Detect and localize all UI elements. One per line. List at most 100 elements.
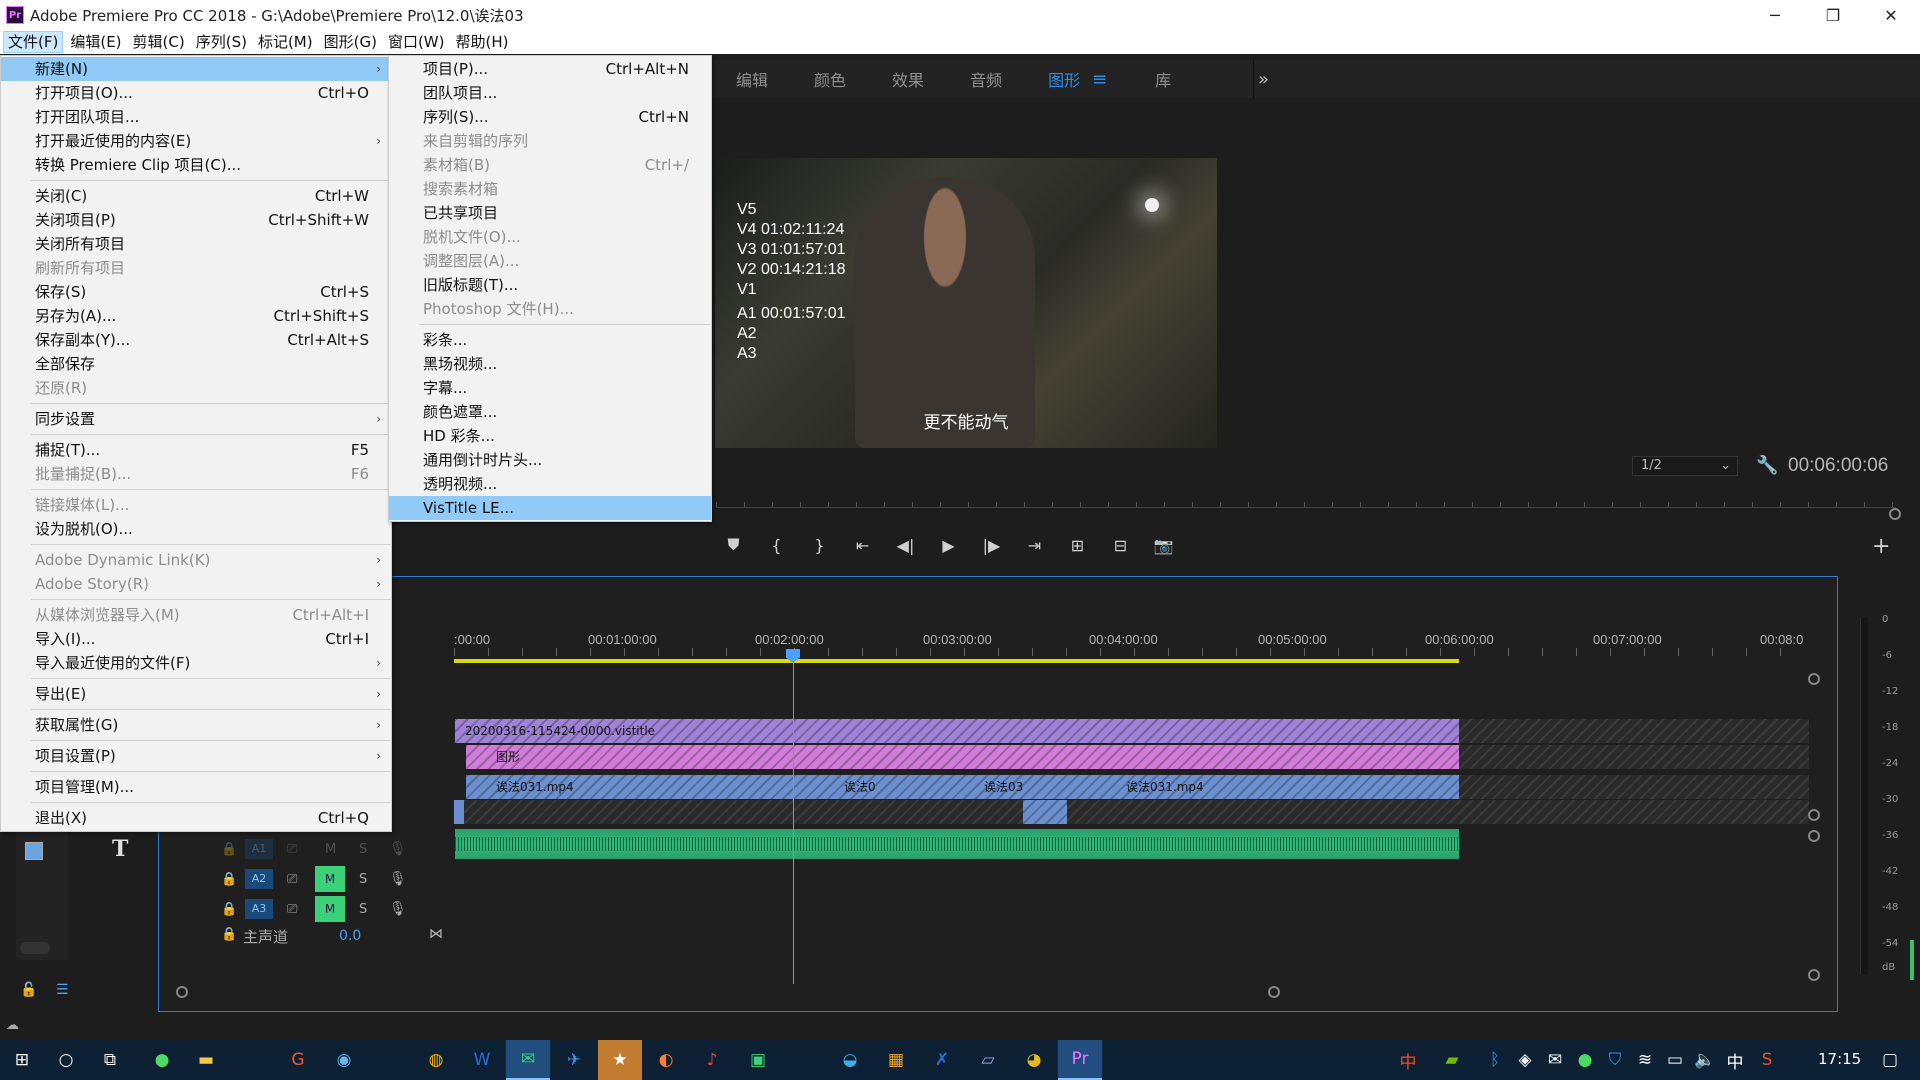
vs-icon[interactable]: ✗ [920,1040,964,1080]
lift-icon[interactable]: ⊞ [1056,536,1099,555]
battery-icon[interactable]: ▭ [1660,1040,1690,1080]
app-red-icon[interactable]: G [276,1040,320,1080]
file-menu-item[interactable]: 关闭(C) Ctrl+W [1,184,391,208]
scroll-handle[interactable] [1808,969,1820,981]
file-menu-item[interactable]: 导出(E) › [1,682,391,706]
list-view-icon[interactable]: ☰ [56,982,69,998]
file-menu-item[interactable]: 保存(S) Ctrl+S [1,280,391,304]
master-end-icon[interactable]: ⋈ [429,926,443,942]
solo-label[interactable]: S [359,902,367,917]
creative-cloud-icon[interactable]: ☁ [6,1018,19,1033]
search-icon[interactable]: ○ [44,1040,88,1080]
file-menu-item[interactable]: 退出(X) Ctrl+Q [1,806,391,830]
go-to-in-icon[interactable]: ⇤ [841,536,884,555]
dropbox-icon[interactable]: ◈ [1510,1040,1540,1080]
app-360-icon[interactable]: ● [140,1040,184,1080]
sogou-icon[interactable]: S [1752,1040,1782,1080]
tab-editing[interactable]: 编辑 [736,67,768,91]
mute-button[interactable]: M [315,866,345,892]
sync-lock-icon[interactable]: ⎚ [287,902,297,917]
video-clip[interactable]: 诶法031.mp4 诶法0 诶法03 诶法031.mp4 [466,775,1459,799]
file-menu-item[interactable]: 获取属性(G) › [1,713,391,737]
lock-icon[interactable]: 🔒 [221,902,237,917]
note-icon[interactable]: ▱ [966,1040,1010,1080]
mic-icon[interactable]: 🎙 [389,871,407,887]
file-menu-item[interactable]: 项目设置(P) › [1,744,391,768]
file-menu-item[interactable]: 打开团队项目... [1,105,391,129]
scroll-handle[interactable] [1808,673,1820,685]
lock-icon[interactable]: 🔒 [221,872,237,887]
star-app-icon[interactable]: ★ [598,1040,642,1080]
file-menu-item[interactable]: 转换 Premiere Clip 项目(C)... [1,153,391,177]
step-forward-icon[interactable]: |▶ [970,536,1013,555]
new-submenu-item[interactable]: 黑场视频... [389,352,711,376]
video-clip-edge[interactable] [454,800,464,824]
work-area-bar[interactable] [454,659,1459,663]
graphic-clip[interactable]: 图形 [466,745,1459,769]
minimize-button[interactable]: ─ [1746,0,1804,30]
monitor-time-ruler[interactable] [716,494,1896,508]
button-editor-plus-icon[interactable]: + [1872,534,1890,559]
task-view-icon[interactable]: ⧉ [88,1040,132,1080]
browser-icon[interactable]: ◉ [322,1040,366,1080]
file-menu-item[interactable]: 全部保存 [1,352,391,376]
scroll-handle-right[interactable] [1268,986,1280,998]
volume-icon[interactable]: 🔈 [1690,1040,1720,1080]
export-frame-icon[interactable]: 📷 [1142,536,1185,555]
premiere-taskbar-icon[interactable]: Pr [1058,1040,1102,1080]
music-icon[interactable]: ♪ [690,1040,734,1080]
new-submenu-item[interactable]: 团队项目... [389,81,711,105]
wrench-icon[interactable]: 🔧 [1756,455,1778,476]
new-submenu-item[interactable]: 彩条... [389,328,711,352]
file-menu-item[interactable]: 导入(I)... Ctrl+I [1,627,391,651]
menu-edit[interactable]: 编辑(E) [66,31,125,53]
scroll-handle[interactable] [1808,809,1820,821]
scroll-handle[interactable] [1808,830,1820,842]
extract-icon[interactable]: ⊟ [1099,536,1142,555]
new-submenu-item[interactable]: 通用倒计时片头... [389,448,711,472]
video-clip-small[interactable] [1023,800,1067,824]
more-workspaces-icon[interactable]: » [1258,69,1269,90]
new-submenu-item[interactable]: 旧版标题(T)... [389,273,711,297]
file-menu-item[interactable]: 打开项目(O)... Ctrl+O [1,81,391,105]
notification-icon[interactable]: ▢ [1868,1040,1912,1080]
mic-icon[interactable]: 🎙 [389,841,407,857]
out-point-icon[interactable]: } [798,536,841,555]
new-submenu-item[interactable]: 已共享项目 [389,201,711,225]
tools-scroll-handle[interactable] [20,942,50,954]
firefox-icon[interactable]: ◐ [644,1040,688,1080]
nvidia-icon[interactable]: ▰ [1430,1040,1474,1080]
file-menu-item[interactable]: 项目管理(M)... [1,775,391,799]
file-menu-item[interactable]: 新建(N) › [1,57,391,81]
menu-markers[interactable]: 标记(M) [254,31,317,53]
wifi-icon[interactable]: ≋ [1630,1040,1660,1080]
master-volume[interactable]: 0.0 [339,928,361,944]
wechat-icon[interactable]: ✉ [506,1040,550,1080]
play-icon[interactable]: ▶ [927,536,970,555]
in-point-icon[interactable]: { [755,536,798,555]
file-menu-item[interactable]: 导入最近使用的文件(F) › [1,651,391,675]
track-label[interactable]: A3 [245,899,273,919]
feather-icon[interactable]: ✈ [552,1040,596,1080]
chat-app-icon[interactable]: ◒ [828,1040,872,1080]
menu-file[interactable]: 文件(F) [3,31,64,53]
new-submenu-item[interactable]: HD 彩条... [389,424,711,448]
tab-libraries[interactable]: 库 [1155,67,1171,91]
file-menu-item[interactable]: 保存副本(Y)... Ctrl+Alt+S [1,328,391,352]
timeline-horizontal-scroll[interactable] [176,986,1280,998]
selection-tool-icon[interactable] [25,842,43,860]
file-menu-item[interactable]: 打开最近使用的内容(E) › [1,129,391,153]
ime-indicator[interactable]: 中 [1720,1040,1750,1080]
shield-icon[interactable]: ⛉ [1600,1040,1630,1080]
file-menu-item[interactable]: 设为脱机(O)... [1,517,391,541]
tab-graphics[interactable]: 图形 [1048,67,1080,91]
bluetooth-icon[interactable]: ᛒ [1480,1040,1510,1080]
new-submenu-item[interactable]: 透明视频... [389,472,711,496]
file-menu-item[interactable]: 另存为(A)... Ctrl+Shift+S [1,304,391,328]
tab-audio[interactable]: 音频 [970,67,1002,91]
vistitle-clip[interactable]: 20200316-115424-0000.vistitle [455,719,1459,743]
menu-help[interactable]: 帮助(H) [451,31,512,53]
windows-start-icon[interactable]: ⊞ [0,1040,44,1080]
menu-clip[interactable]: 剪辑(C) [129,31,189,53]
new-submenu-item[interactable]: VisTitle LE... [389,496,711,520]
